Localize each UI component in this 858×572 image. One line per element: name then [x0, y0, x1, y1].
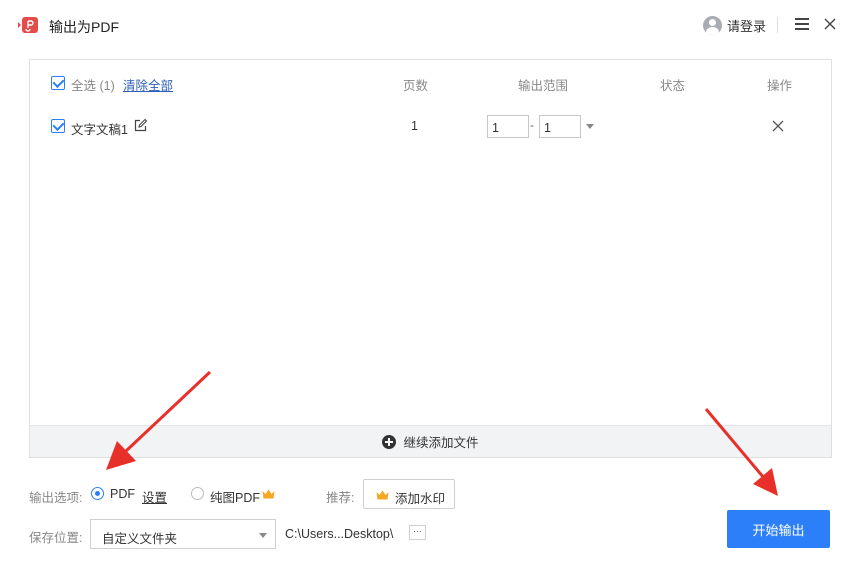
add-more-files-button[interactable]: 继续添加文件 [30, 425, 831, 457]
menu-icon[interactable] [795, 18, 809, 32]
file-name: 文字文稿1 [71, 123, 128, 137]
select-all-label[interactable]: 全选 (1) [71, 75, 115, 94]
file-list-header: 全选 (1) 清除全部 页数 输出范围 状态 操作 [30, 60, 831, 106]
save-location-label: 保存位置: [29, 531, 83, 545]
remove-file-icon[interactable] [771, 119, 785, 133]
range-dropdown-icon[interactable] [586, 124, 594, 129]
chevron-down-icon [259, 533, 267, 538]
browse-button[interactable]: ··· [409, 525, 426, 540]
close-icon[interactable] [822, 16, 838, 32]
file-list-panel: 全选 (1) 清除全部 页数 输出范围 状态 操作 文字文稿1 1 - 继续添加… [29, 59, 832, 458]
pdf-radio[interactable] [91, 487, 104, 500]
title-bar: 输出为PDF 请登录 [0, 0, 858, 50]
range-start-input[interactable] [487, 115, 529, 138]
image-pdf-radio[interactable] [191, 487, 204, 500]
page-count: 1 [411, 119, 418, 133]
column-header-status: 状态 [660, 79, 686, 93]
column-header-range: 输出范围 [518, 79, 569, 93]
crown-icon [376, 490, 389, 500]
add-more-files-label: 继续添加文件 [403, 436, 479, 450]
output-options-label: 输出选项: [29, 491, 83, 505]
login-button[interactable]: 请登录 [703, 15, 766, 35]
save-location-value: 自定义文件夹 [102, 532, 178, 546]
avatar-icon [703, 15, 722, 35]
range-end-input[interactable] [539, 115, 581, 138]
file-row: 文字文稿1 1 - [30, 104, 831, 150]
image-pdf-option-label[interactable]: 纯图PDF [210, 487, 260, 506]
column-header-actions: 操作 [767, 79, 793, 93]
file-row-checkbox[interactable] [51, 119, 65, 133]
add-watermark-label: 添加水印 [395, 492, 446, 506]
crown-icon [262, 489, 275, 499]
login-label: 请登录 [727, 18, 767, 34]
add-watermark-button[interactable]: 添加水印 [363, 479, 455, 509]
save-location-select[interactable]: 自定义文件夹 [90, 519, 276, 549]
edit-icon[interactable] [133, 118, 148, 133]
range-separator: - [530, 118, 534, 132]
column-header-pages: 页数 [403, 79, 429, 93]
start-export-button[interactable]: 开始输出 [727, 510, 830, 548]
settings-link[interactable]: 设置 [142, 487, 167, 506]
recommend-label: 推荐: [326, 491, 355, 505]
titlebar-divider [777, 17, 778, 33]
clear-all-link[interactable]: 清除全部 [123, 75, 173, 94]
window-title: 输出为PDF [49, 19, 119, 35]
app-logo-icon [18, 17, 38, 33]
save-path: C:\Users...Desktop\ [285, 527, 394, 541]
plus-circle-icon [382, 434, 397, 449]
pdf-option-label[interactable]: PDF [110, 487, 135, 501]
select-all-checkbox[interactable] [51, 76, 65, 90]
